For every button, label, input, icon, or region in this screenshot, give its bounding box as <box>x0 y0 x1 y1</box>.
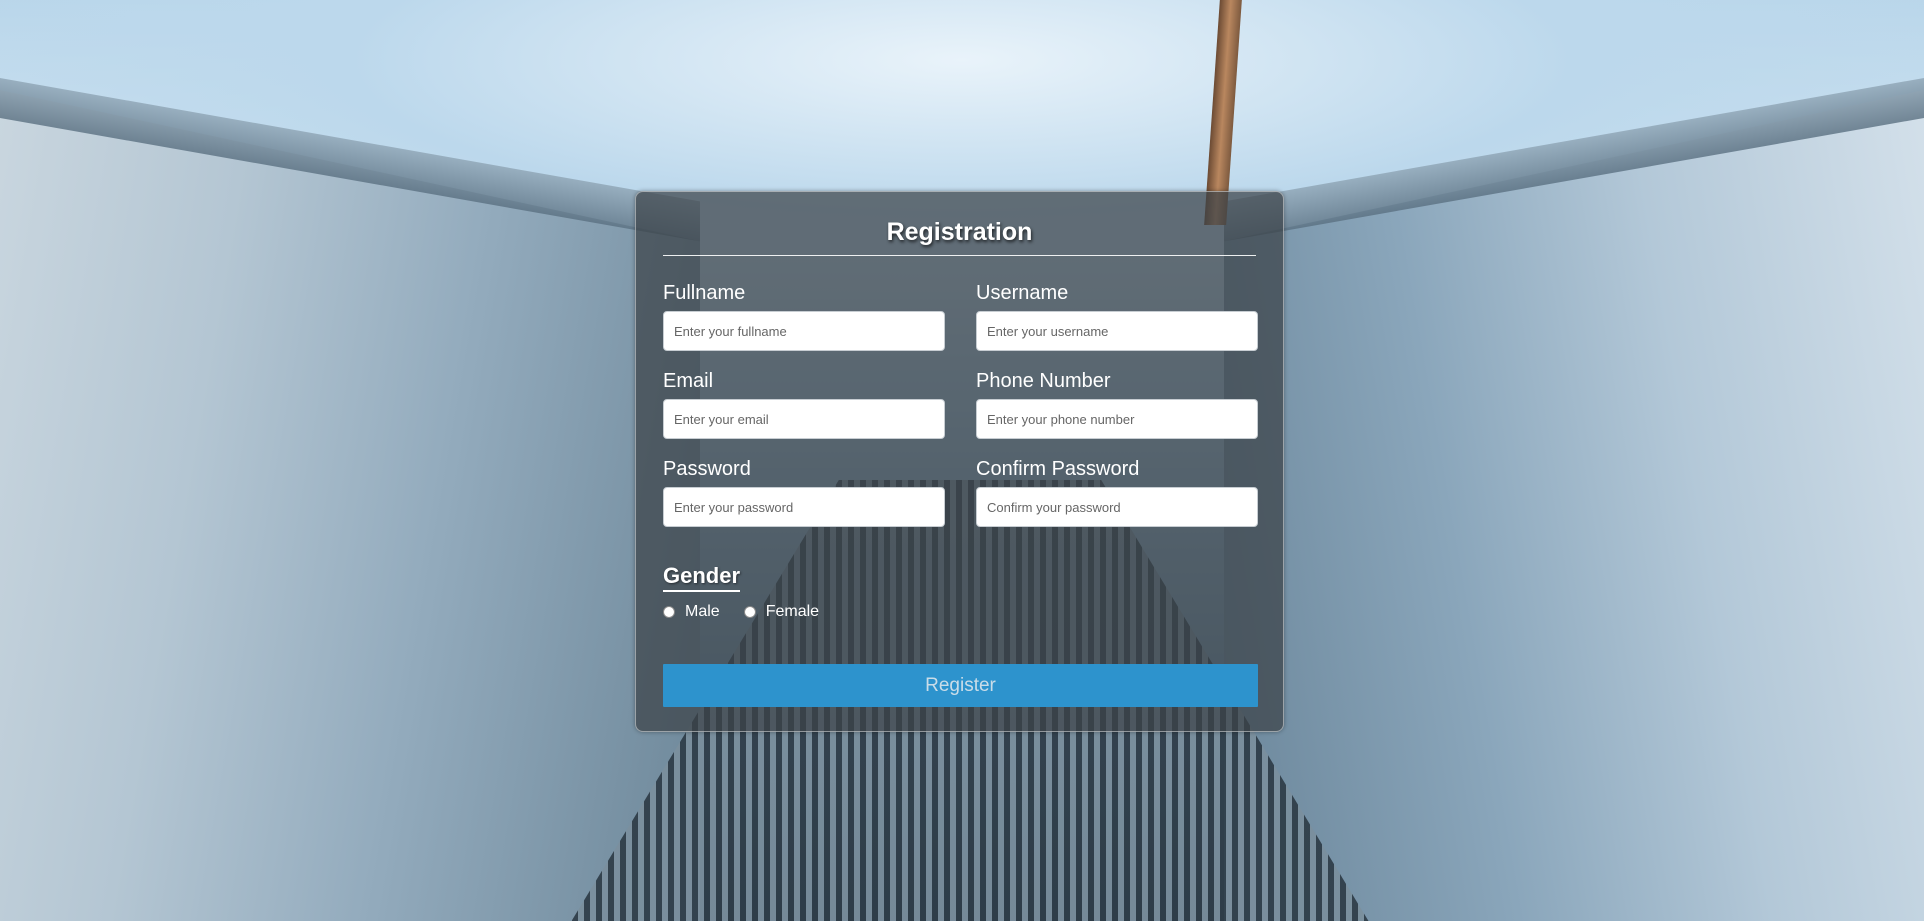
form-title: Registration <box>886 218 1033 246</box>
register-button[interactable]: Register <box>663 664 1258 707</box>
email-label: Email <box>663 370 714 392</box>
gender-options: Male Female <box>663 603 1256 621</box>
phone-input[interactable] <box>976 399 1258 439</box>
email-input[interactable] <box>663 399 945 439</box>
fullname-group: Fullname <box>663 282 945 351</box>
radio-unchecked-icon[interactable] <box>743 606 756 618</box>
gender-option-male[interactable]: Male <box>663 603 720 621</box>
gender-option-female[interactable]: Female <box>743 603 819 621</box>
username-label: Username <box>976 282 1069 304</box>
confirm-password-group: Confirm Password <box>976 458 1258 527</box>
username-group: Username <box>976 282 1258 351</box>
fields-grid: Fullname Username Email Phone Number Pas… <box>663 282 1258 527</box>
gender-female-label[interactable]: Female <box>766 603 819 621</box>
fullname-input[interactable] <box>663 311 945 351</box>
phone-label: Phone Number <box>976 370 1111 392</box>
registration-card: Registration Fullname Username Email Pho… <box>635 191 1284 732</box>
gender-title: Gender <box>663 563 741 592</box>
password-group: Password <box>663 458 945 527</box>
confirm-password-input[interactable] <box>976 487 1258 527</box>
phone-group: Phone Number <box>976 370 1258 439</box>
password-label: Password <box>663 458 751 480</box>
password-input[interactable] <box>663 487 945 527</box>
radio-unchecked-icon[interactable] <box>663 606 675 618</box>
confirm-password-label: Confirm Password <box>976 458 1140 480</box>
email-group: Email <box>663 370 945 439</box>
username-input[interactable] <box>976 311 1258 351</box>
gender-male-label[interactable]: Male <box>685 603 720 621</box>
fullname-label: Fullname <box>663 282 746 304</box>
title-divider <box>663 255 1256 256</box>
